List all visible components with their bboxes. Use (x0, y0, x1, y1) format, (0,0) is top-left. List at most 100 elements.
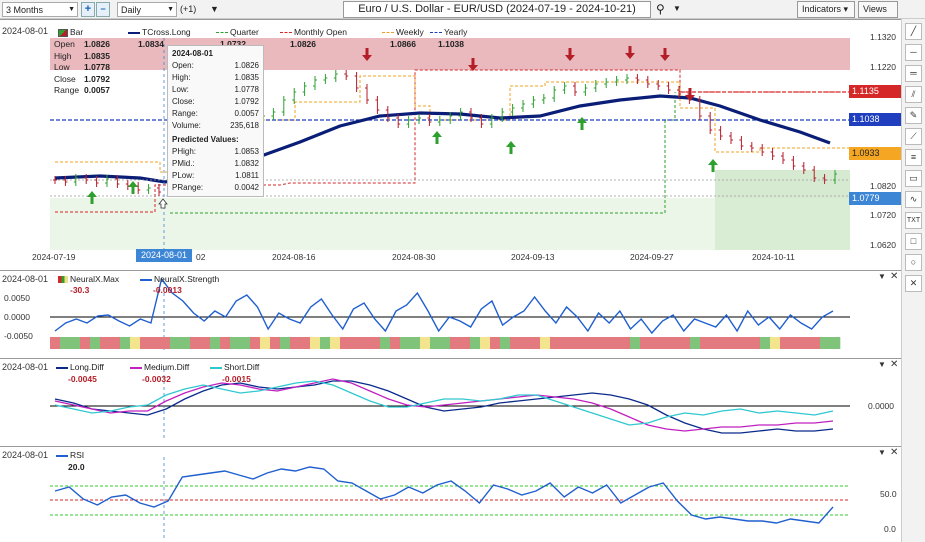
legend-rsi[interactable]: RSI (56, 450, 84, 460)
hline-tool-icon[interactable]: ─ (905, 44, 922, 61)
close-icon[interactable]: ✕ (890, 271, 898, 282)
chevron-down-icon[interactable]: ▼ (673, 4, 681, 13)
close-icon[interactable]: ✕ (890, 359, 898, 370)
symbol-field[interactable]: Euro / U.S. Dollar - EUR/USD (2024-07-19… (343, 1, 651, 18)
neuralx-segment (250, 337, 261, 349)
date-tick: 2024-07-19 (32, 252, 76, 262)
diff-pane[interactable]: 2024-08-01 Long.Diff Medium.Diff Short.D… (0, 358, 901, 446)
legend-monthly-label: Monthly Open (294, 27, 347, 37)
neuralx-segment (290, 337, 301, 349)
legend-neuralx-strength[interactable]: NeuralX.Strength (140, 274, 219, 284)
circle-tool-icon[interactable]: ○ (905, 254, 922, 271)
tooltip-close: 1.0792 (234, 97, 259, 106)
neuralx-segment (600, 337, 611, 349)
legend-short-diff[interactable]: Short.Diff (210, 362, 259, 372)
top-toolbar: 3 Months ▼ + − Daily ▼ (+1) ▼ Euro / U.S. … (0, 0, 925, 29)
minus-button[interactable]: − (96, 2, 110, 17)
close-price-label: 1.0779 (849, 192, 901, 205)
collapse-icon[interactable]: ▼ (878, 448, 886, 457)
chevron-down-icon[interactable]: ▼ (210, 4, 219, 14)
price-pane[interactable]: 2024-08-01 Bar TCross.Long Quarter Month… (0, 19, 901, 269)
rsi-value: 20.0 (68, 462, 85, 472)
ray-tool-icon[interactable]: ═ (905, 65, 922, 82)
price-tick: 1.1320 (870, 32, 896, 42)
legend-tcross[interactable]: TCross.Long (128, 27, 191, 37)
neuralx-segment (310, 337, 321, 349)
open-value: 1.0826 (84, 39, 110, 49)
neuralx-segment (350, 337, 361, 349)
low-value: 1.0778 (84, 62, 110, 72)
neuralx-segment (730, 337, 741, 349)
neuralx-pane[interactable]: 2024-08-01 NeuralX.Max NeuralX.Strength … (0, 270, 901, 358)
text-tool-icon[interactable]: TXT (905, 212, 922, 229)
neuralx-segment (740, 337, 751, 349)
rsi-pane[interactable]: 2024-08-01 RSI 20.0 50.0 0.0 ▼ ✕ (0, 446, 901, 542)
date-tick: 2024-09-13 (511, 252, 555, 262)
tooltip-open-label: Open: (172, 61, 194, 70)
monthly-value: 1.0826 (290, 39, 316, 49)
medium-diff-label: Medium.Diff (144, 362, 190, 372)
tooltip-close-label: Close: (172, 97, 195, 106)
legend-weekly[interactable]: Weekly (382, 27, 424, 37)
chevron-down-icon: ▼ (68, 6, 75, 13)
pen-tool-icon[interactable]: ✎ (905, 107, 922, 124)
price-tick: 1.0620 (870, 240, 896, 250)
legend-bar[interactable]: Bar (58, 27, 83, 37)
neuralx-segment (700, 337, 711, 349)
legend-medium-diff[interactable]: Medium.Diff (130, 362, 189, 372)
neuralx-segment (220, 337, 231, 349)
legend-neuralx-max[interactable]: NeuralX.Max (58, 274, 119, 284)
chat-tool-icon[interactable]: ▭ (905, 170, 922, 187)
diff-svg (50, 369, 850, 441)
collapse-icon[interactable]: ▼ (878, 360, 886, 369)
indicators-button[interactable]: Indicators ▾ (797, 1, 855, 18)
offset-label[interactable]: (+1) (180, 4, 196, 14)
legend-weekly-label: Weekly (396, 27, 424, 37)
neuralx-segment (80, 337, 91, 349)
tooltip-pmid: 1.0832 (234, 159, 259, 168)
line-tool-icon[interactable]: ╱ (905, 23, 922, 40)
interval-value: Daily (121, 5, 142, 15)
neuralx-segment (90, 337, 101, 349)
buy-arrow-icon (506, 141, 516, 154)
delete-tool-icon[interactable]: ✕ (905, 275, 922, 292)
neuralx-segment (630, 337, 641, 349)
neuralx-segment (360, 337, 371, 349)
channel-tool-icon[interactable]: ≡ (905, 149, 922, 166)
period-select[interactable]: 3 Months ▼ (2, 2, 78, 17)
neuralx-max-value: -30.3 (70, 285, 90, 295)
neuralx-segment (720, 337, 731, 349)
views-button[interactable]: Views ▾ (858, 1, 898, 29)
legend-bar-label: Bar (70, 27, 84, 37)
neuralx-segment (530, 337, 541, 349)
monthly-price-label: 1.1135 (849, 85, 901, 98)
long-diff-label: Long.Diff (70, 362, 104, 372)
wave-tool-icon[interactable]: ∿ (905, 191, 922, 208)
neuralx-segment (280, 337, 291, 349)
neuralx-segment (170, 337, 181, 349)
add-button[interactable]: + (81, 2, 95, 17)
neuralx-segment (760, 337, 771, 349)
weekly-value: 1.0866 (390, 39, 416, 49)
neuralx-segment (450, 337, 461, 349)
interval-select[interactable]: Daily ▼ (117, 2, 177, 17)
rect-tool-icon[interactable]: □ (905, 233, 922, 250)
trend-tool-icon[interactable]: ⟋ (905, 128, 922, 145)
neuralx-segment (550, 337, 561, 349)
long-diff-line (54, 380, 834, 434)
legend-monthly[interactable]: Monthly Open (280, 27, 347, 37)
collapse-icon[interactable]: ▼ (878, 272, 886, 281)
close-value: 1.0792 (84, 73, 110, 84)
legend-yearly[interactable]: Yearly (430, 27, 467, 37)
neuralx-segment (520, 337, 531, 349)
close-icon[interactable]: ✕ (890, 447, 898, 458)
fib-tool-icon[interactable]: ⫽ (905, 86, 922, 103)
tooltip-open: 1.0826 (234, 61, 259, 70)
neuralx-segment (120, 337, 131, 349)
legend-long-diff[interactable]: Long.Diff (56, 362, 104, 372)
legend-quarter[interactable]: Quarter (216, 27, 259, 37)
long-diff-value: -0.0045 (68, 374, 97, 384)
search-icon[interactable]: ⚲ (656, 2, 665, 16)
short-diff-value: -0.0015 (222, 374, 251, 384)
close-label: Close (54, 73, 76, 84)
